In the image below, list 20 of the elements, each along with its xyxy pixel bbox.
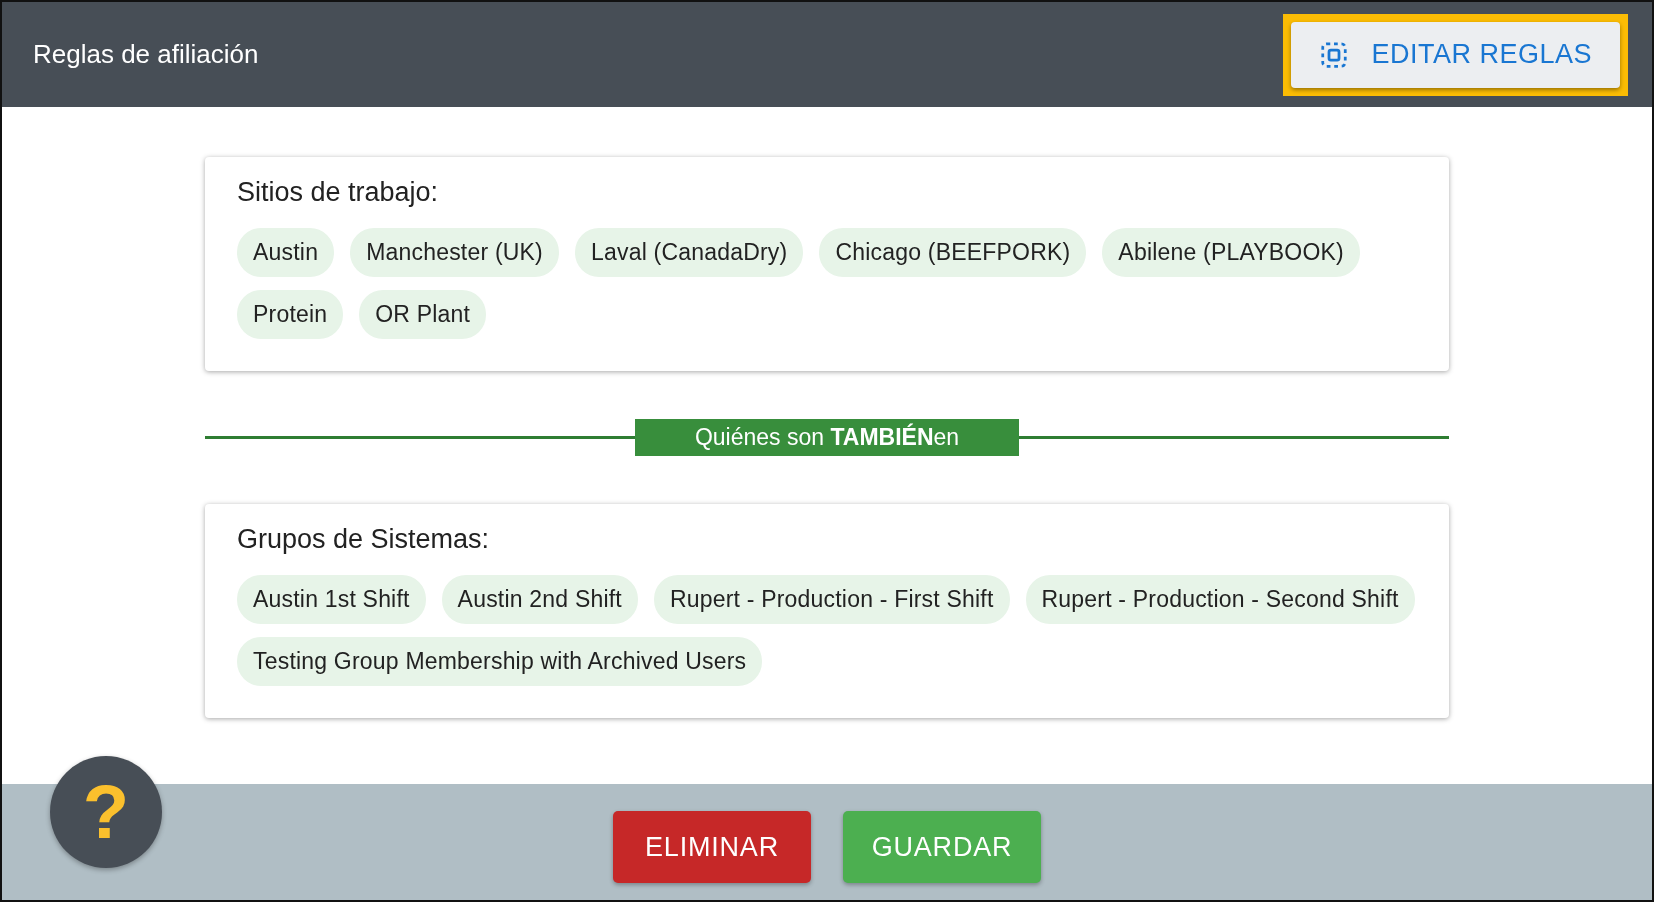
card-title: Sitios de trabajo: xyxy=(237,177,440,208)
chip: Rupert - Production - First Shift xyxy=(653,575,1010,624)
chip: Rupert - Production - Second Shift xyxy=(1025,575,1415,624)
save-button[interactable]: GUARDAR xyxy=(843,811,1041,883)
chip: Protein xyxy=(237,290,344,339)
edit-rules-button[interactable]: EDITAR REGLAS xyxy=(1291,21,1620,88)
chip: Laval (CanadaDry) xyxy=(574,228,804,277)
page-title: Reglas de afiliación xyxy=(33,39,259,70)
chip: Chicago (BEEFPORK) xyxy=(819,228,1087,277)
chip: Austin xyxy=(237,228,335,277)
delete-button[interactable]: ELIMINAR xyxy=(613,811,811,883)
chip: Abilene (PLAYBOOK) xyxy=(1102,228,1360,277)
chip: Austin 2nd Shift xyxy=(441,575,638,624)
divider-label: Quiénes son TAMBIÉNen xyxy=(634,419,1020,456)
chip: Testing Group Membership with Archived Users xyxy=(237,637,763,686)
dashed-square-icon xyxy=(1319,39,1350,70)
chip: OR Plant xyxy=(359,290,487,339)
chip: Austin 1st Shift xyxy=(237,575,426,624)
card-title: Grupos de Sistemas: xyxy=(237,524,491,555)
chip: Manchester (UK) xyxy=(350,228,559,277)
